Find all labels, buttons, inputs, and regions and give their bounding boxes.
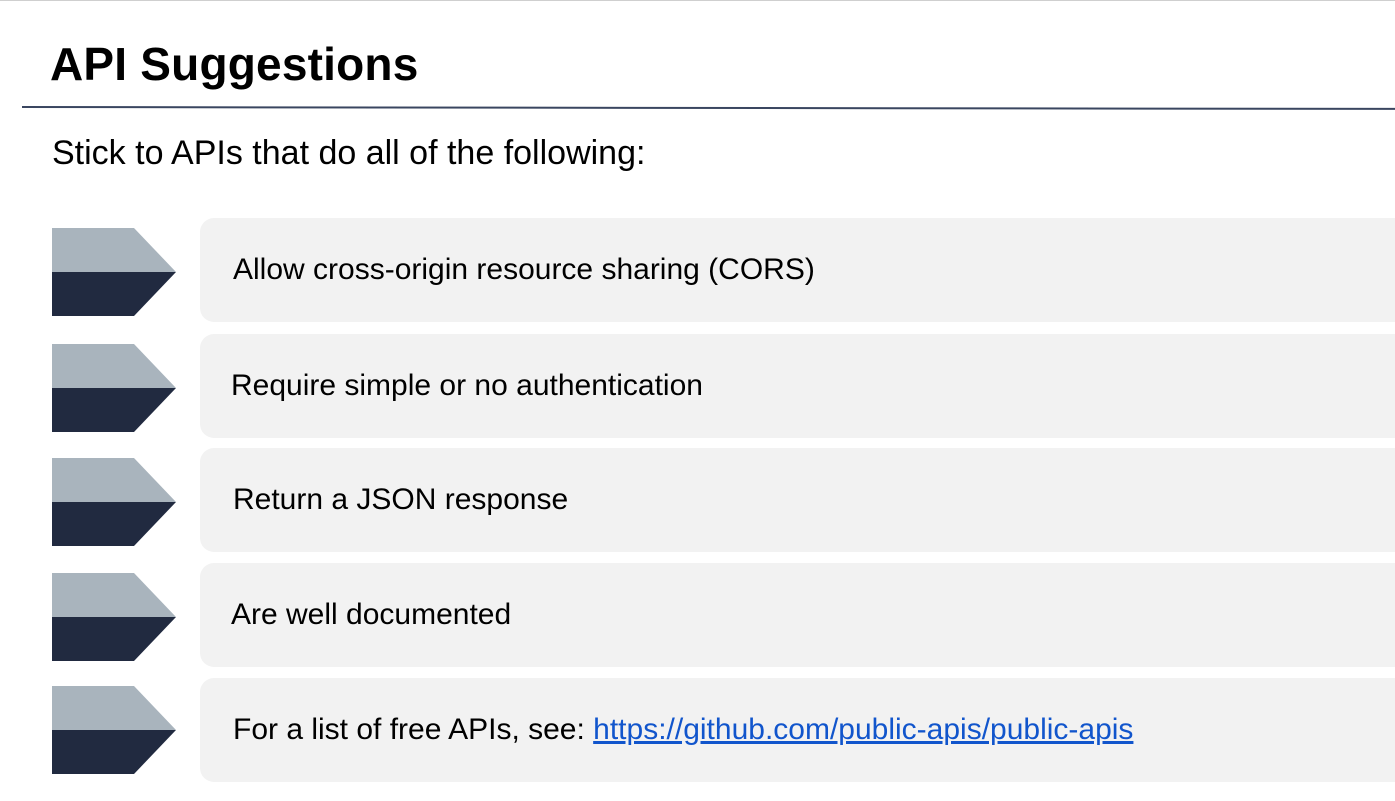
list-item: For a list of free APIs, see: https://gi… [0,678,1395,782]
list-item-text: Allow cross-origin resource sharing (COR… [233,218,815,322]
chevron-bullet-icon [52,344,176,432]
list-item-card: Return a JSON response [200,448,1395,552]
bullet-list: Allow cross-origin resource sharing (COR… [0,1,1395,801]
list-item: Allow cross-origin resource sharing (COR… [0,218,1395,322]
chevron-bullet-icon [52,686,176,774]
list-item-text: Return a JSON response [233,448,568,552]
chevron-bullet-icon [52,228,176,316]
list-item-card: Are well documented [200,563,1395,667]
list-item-label: Require simple or no authentication [231,369,703,402]
list-item-text: Require simple or no authentication [231,334,703,438]
list-item: Require simple or no authentication [0,334,1395,438]
public-apis-link[interactable]: https://github.com/public-apis/public-ap… [593,713,1133,746]
list-item: Are well documented [0,563,1395,667]
list-item-label: Allow cross-origin resource sharing (COR… [233,253,815,286]
list-item-card: Require simple or no authentication [200,334,1395,438]
list-item-label: For a list of free APIs, see: [233,713,594,746]
list-item-text: Are well documented [231,563,511,667]
list-item: Return a JSON response [0,448,1395,552]
slide: API Suggestions Stick to APIs that do al… [0,0,1395,801]
list-item-card: Allow cross-origin resource sharing (COR… [200,218,1395,322]
list-item-text: For a list of free APIs, see: https://gi… [233,678,1133,782]
chevron-bullet-icon [52,573,176,661]
list-item-label: Are well documented [231,598,512,631]
chevron-bullet-icon [52,458,176,546]
list-item-label: Return a JSON response [233,483,569,516]
list-item-card: For a list of free APIs, see: https://gi… [200,678,1395,782]
